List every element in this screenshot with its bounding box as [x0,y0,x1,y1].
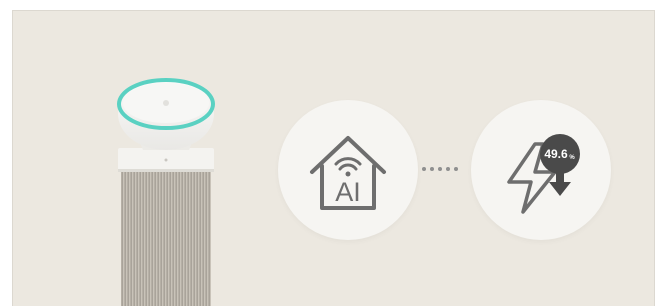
percent-unit: % [569,155,575,161]
ai-label: AI [335,177,361,207]
energy-saving-circle: 49.6 % [471,100,611,240]
air-purifier-image [117,78,215,306]
smart-home-wifi-icon: AI [310,136,386,210]
percent-value: 49.6 [544,147,568,161]
ai-feature-circle: AI [278,100,418,240]
promo-panel: AI 49.6 % [12,10,655,306]
connector-dots [422,167,458,171]
lightning-bolt-down-arrow-icon: 49.6 % [507,134,580,214]
